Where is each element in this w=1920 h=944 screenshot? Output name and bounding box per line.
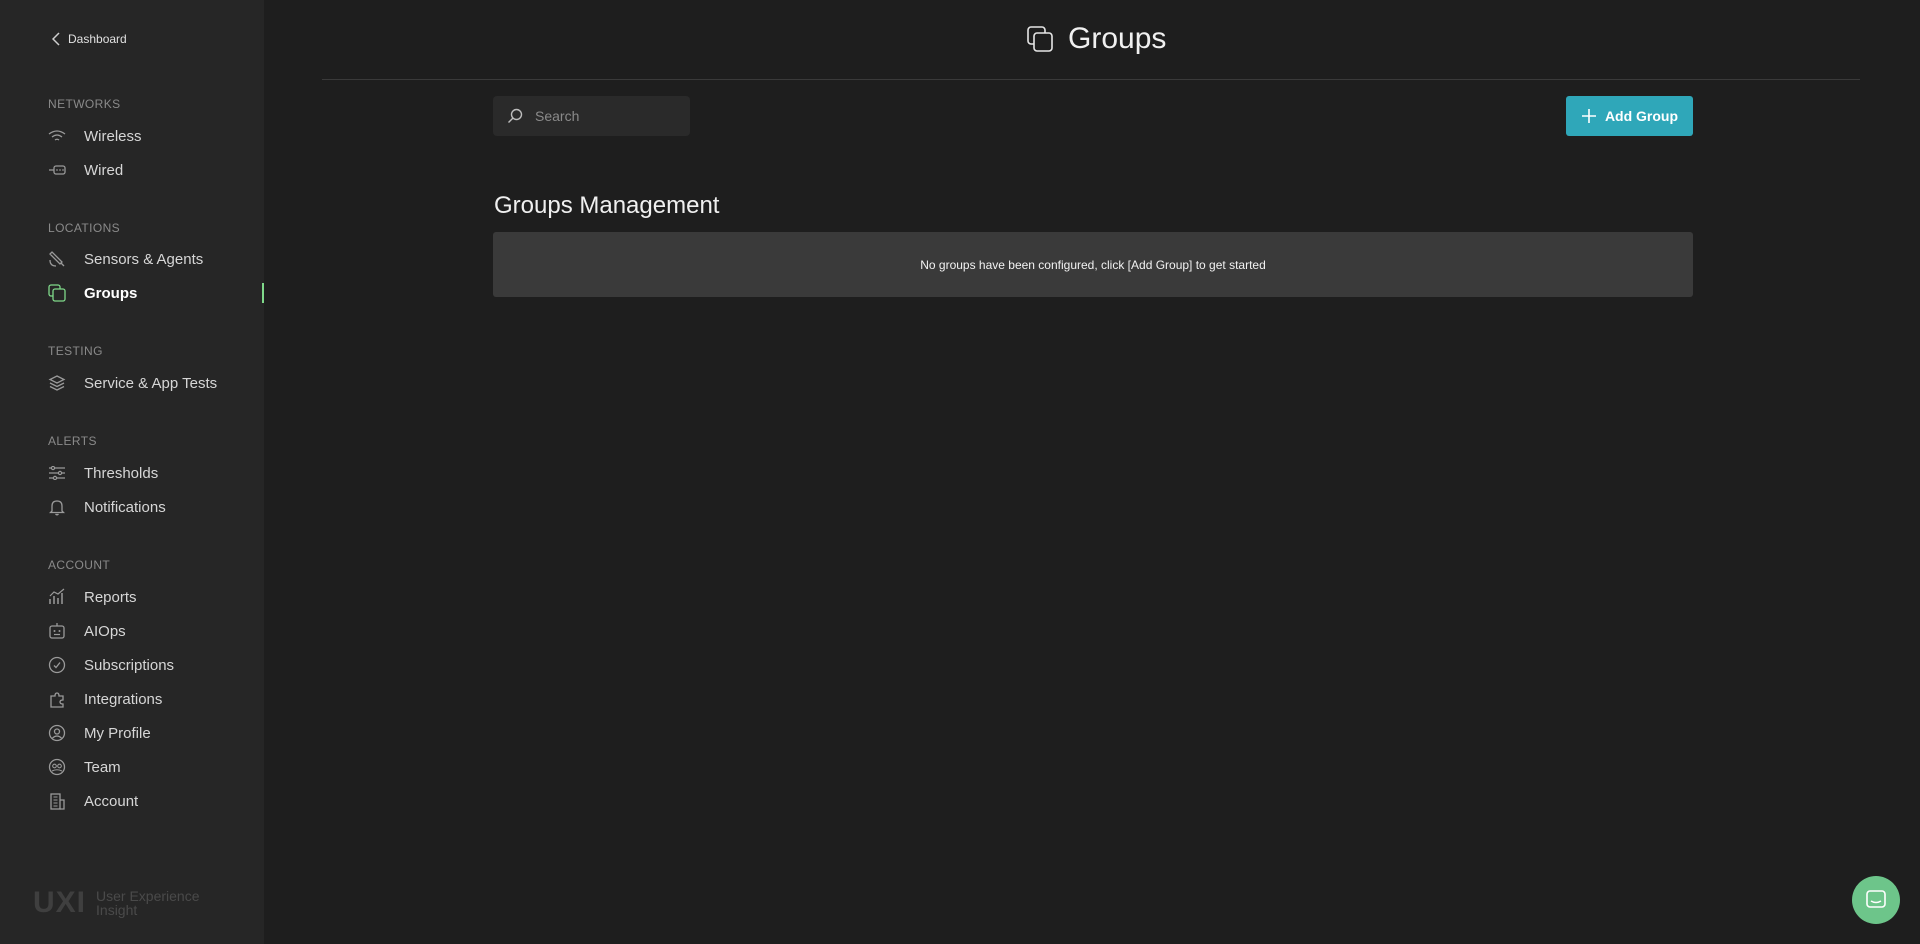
sidebar-item-label: Reports — [84, 588, 137, 606]
section-title: Groups Management — [494, 192, 720, 219]
sidebar-item-thresholds[interactable]: Thresholds — [48, 459, 264, 487]
sidebar-item-team[interactable]: Team — [48, 753, 264, 781]
sidebar-item-service-app-tests[interactable]: Service & App Tests — [48, 369, 264, 397]
sensor-icon — [48, 250, 66, 268]
sidebar-item-label: Notifications — [84, 498, 166, 516]
puzzle-icon — [48, 690, 66, 708]
page-header: Groups — [322, 0, 1860, 80]
chat-button[interactable] — [1852, 876, 1900, 924]
page-title-text: Groups — [1068, 22, 1167, 55]
sidebar-item-label: Subscriptions — [84, 656, 175, 674]
section-title-networks: NETWORKS — [48, 97, 121, 111]
bell-icon — [48, 498, 66, 516]
sliders-icon — [48, 464, 66, 482]
sidebar-item-aiops[interactable]: AIOps — [48, 617, 264, 645]
groups-icon — [48, 284, 66, 302]
sidebar-item-sensors-agents[interactable]: Sensors & Agents — [48, 245, 264, 273]
sidebar-item-notifications[interactable]: Notifications — [48, 493, 264, 521]
sidebar-item-subscriptions[interactable]: Subscriptions — [48, 651, 264, 679]
sidebar-item-my-profile[interactable]: My Profile — [48, 719, 264, 747]
sidebar-item-label: Team — [84, 758, 121, 776]
sidebar-item-label: Wired — [84, 161, 124, 179]
brand-mark: UXI — [33, 886, 87, 919]
robot-icon — [48, 622, 66, 640]
brand-text: User Experience Insight — [96, 889, 200, 917]
back-link-label: Dashboard — [68, 32, 127, 46]
empty-state-panel: No groups have been configured, click [A… — [493, 232, 1693, 297]
team-icon — [48, 758, 66, 776]
sidebar-item-wireless[interactable]: Wireless — [48, 122, 264, 150]
add-group-button[interactable]: Add Group — [1566, 96, 1693, 136]
plus-icon — [1581, 109, 1596, 123]
add-group-label: Add Group — [1604, 108, 1679, 124]
section-title-account: ACCOUNT — [48, 558, 111, 572]
sidebar-item-label: Groups — [84, 284, 138, 302]
sidebar-item-integrations[interactable]: Integrations — [48, 685, 264, 713]
sidebar-item-wired[interactable]: Wired — [48, 156, 264, 184]
search-box[interactable] — [493, 96, 690, 136]
brand-logo: UXI User Experience Insight — [33, 886, 200, 920]
ethernet-icon — [48, 161, 66, 179]
sidebar-item-account[interactable]: Account — [48, 787, 264, 815]
sidebar-item-label: Account — [84, 792, 139, 810]
search-icon — [508, 108, 523, 123]
sidebar-item-groups[interactable]: Groups — [48, 279, 264, 307]
section-title-locations: LOCATIONS — [48, 221, 121, 235]
user-circle-icon — [48, 724, 66, 742]
section-title-testing: TESTING — [48, 344, 103, 358]
sidebar-item-label: My Profile — [84, 724, 151, 742]
sidebar-item-label: Thresholds — [84, 464, 159, 482]
back-to-dashboard-link[interactable]: Dashboard — [52, 32, 127, 46]
page-title: Groups — [1026, 22, 1166, 56]
sidebar-item-reports[interactable]: Reports — [48, 583, 264, 611]
sidebar-item-label: Integrations — [84, 690, 163, 708]
sidebar-item-label: AIOps — [84, 622, 126, 640]
chat-icon — [1866, 890, 1886, 908]
sidebar-item-label: Wireless — [84, 127, 142, 145]
search-input[interactable] — [533, 107, 673, 125]
wifi-icon — [48, 127, 66, 145]
sidebar-item-label: Service & App Tests — [84, 374, 218, 392]
empty-state-message: No groups have been configured, click [A… — [920, 257, 1266, 272]
section-title-alerts: ALERTS — [48, 434, 97, 448]
chart-icon — [48, 588, 66, 606]
chevron-left-icon — [52, 32, 60, 46]
building-icon — [48, 792, 66, 810]
brand-text-line2: Insight — [96, 902, 138, 918]
groups-icon — [1027, 26, 1053, 52]
sidebar-item-label: Sensors & Agents — [84, 250, 204, 268]
sidebar: Dashboard NETWORKS Wireless Wired LOCATI… — [0, 0, 264, 944]
layers-icon — [48, 374, 66, 392]
check-circle-icon — [48, 656, 66, 674]
